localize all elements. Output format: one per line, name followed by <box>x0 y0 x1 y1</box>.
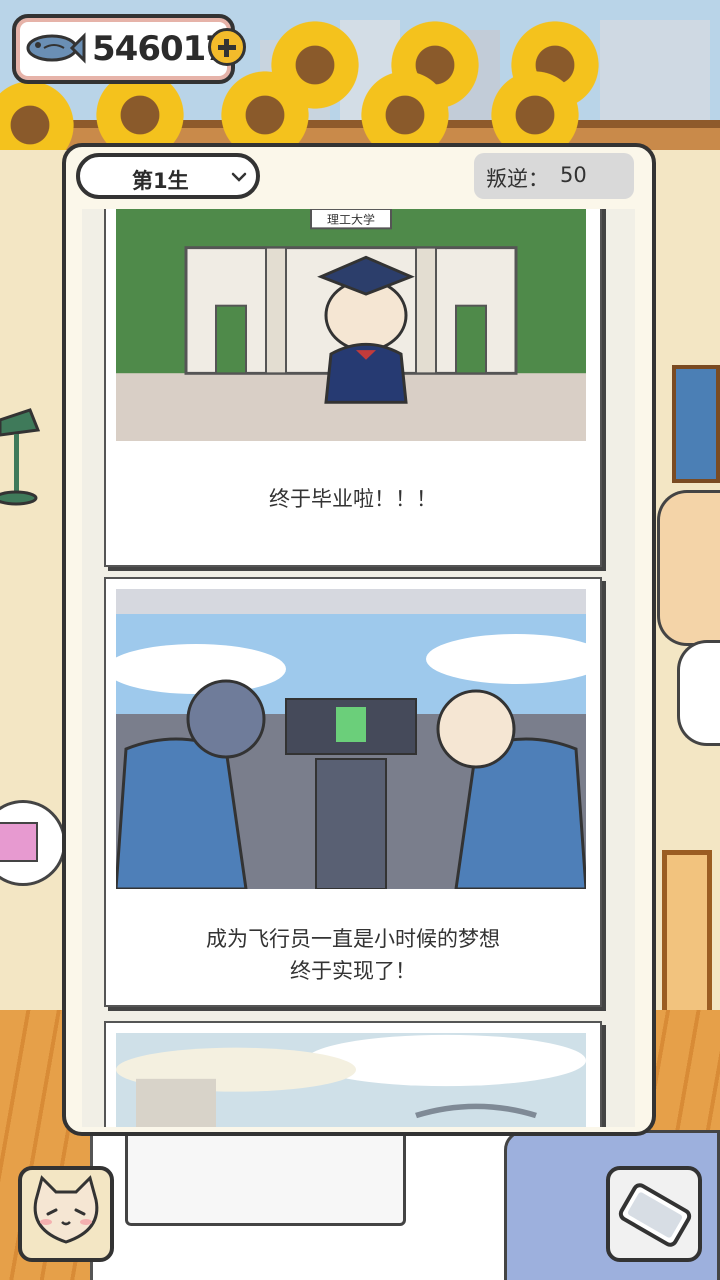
svg-text:理工大学: 理工大学 <box>327 213 375 227</box>
story-card <box>104 1021 602 1127</box>
story-caption: 成为飞行员一直是小时候的梦想 终于实现了！ <box>106 923 600 987</box>
left-wall <box>0 150 70 1050</box>
life-story-panel: 第1生 叛逆： 50 理工大学 终于毕业啦！！！ 成为飞行员一直是小时候的梦想 … <box>62 143 656 1136</box>
wall-painting <box>672 365 720 483</box>
cat-profile-button[interactable] <box>18 1166 114 1262</box>
phone-button[interactable] <box>606 1166 702 1262</box>
graduation-illustration: 理工大学 <box>116 209 586 441</box>
pilot-cockpit-illustration <box>116 589 586 889</box>
cat-face-icon <box>33 1175 99 1244</box>
rebel-value: 50 <box>560 163 587 187</box>
add-currency-plus-icon[interactable] <box>208 28 246 66</box>
cat-portrait <box>662 850 712 1020</box>
chevron-down-icon <box>231 172 247 182</box>
side-cat <box>657 490 720 646</box>
coffee-table <box>125 1130 406 1226</box>
rebel-stat: 叛逆： 50 <box>474 153 634 199</box>
phone-icon <box>618 1183 692 1247</box>
life-select-value: 第1生 <box>132 169 189 193</box>
story-card: 成为飞行员一直是小时候的梦想 终于实现了！ <box>104 577 602 1007</box>
story-caption: 终于毕业啦！！！ <box>269 487 437 511</box>
story-scroll-list[interactable]: 理工大学 终于毕业啦！！！ 成为飞行员一直是小时候的梦想 终于实现了！ <box>82 209 635 1127</box>
story-card: 理工大学 终于毕业啦！！！ <box>104 209 602 567</box>
fish-icon <box>26 32 86 64</box>
story-caption-line: 成为飞行员一直是小时候的梦想 <box>206 927 500 951</box>
currency-display: 546017 <box>12 14 235 84</box>
life-select-dropdown[interactable]: 第1生 <box>76 153 260 199</box>
city-illustration <box>116 1033 586 1127</box>
rebel-label: 叛逆： <box>486 167 549 191</box>
speech-bubble <box>677 640 720 746</box>
desk-lamp <box>0 408 40 506</box>
story-caption-line: 终于实现了！ <box>290 959 416 983</box>
gift-icon[interactable] <box>0 822 38 862</box>
